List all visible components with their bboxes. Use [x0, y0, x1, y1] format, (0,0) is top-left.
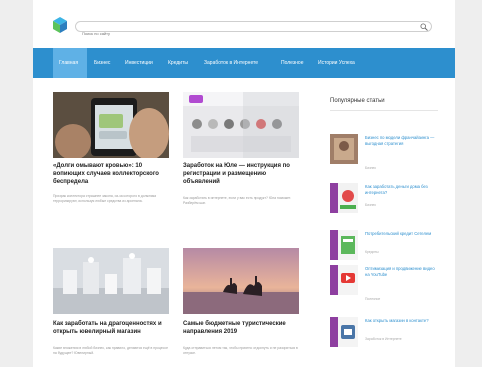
nav-item-credits[interactable]: Кредиты [168, 48, 188, 78]
nav-item-useful[interactable]: Полезное [281, 48, 303, 78]
page: Главная Бизнес Инвестиции Кредиты Зарабо… [33, 0, 455, 367]
nav-item-home[interactable]: Главная [53, 48, 87, 78]
nav-item-investments[interactable]: Инвестиции [125, 48, 153, 78]
nav-item-success-stories[interactable]: Истории Успеха [318, 48, 355, 78]
popular-article-thumbnail[interactable] [330, 134, 358, 164]
nav-item-business[interactable]: Бизнес [94, 48, 110, 78]
popular-article[interactable]: Бизнес по модели франчайзинга — выгодная… [330, 134, 440, 176]
article-image-travel[interactable] [183, 248, 299, 314]
main-nav: Главная Бизнес Инвестиции Кредиты Зарабо… [33, 48, 455, 78]
popular-article-thumbnail[interactable] [330, 317, 358, 347]
article-excerpt: Призрак коллектора страшнее закона, из-з… [53, 194, 157, 203]
popular-article-title[interactable]: Как заработать деньги дома без интернета… [365, 184, 435, 196]
popular-article[interactable]: Оптимизация и продвижение видео на YouTu… [330, 265, 440, 307]
sidebar-title: Популярные статьи [330, 98, 385, 104]
popular-article-category[interactable]: Бизнес [365, 203, 376, 207]
article-excerpt: Куда отправиться летом так, чтобы приятн… [183, 346, 298, 355]
popular-article-title[interactable]: Бизнес по модели франчайзинга — выгодная… [365, 135, 435, 147]
article-title[interactable]: Как заработать на драгоценностях и откры… [53, 320, 169, 336]
popular-article-category[interactable]: Заработок в Интернете [365, 337, 402, 341]
nav-item-online-earning[interactable]: Заработок в Интернете [204, 48, 258, 78]
popular-article-thumbnail[interactable] [330, 183, 358, 213]
article-excerpt: Как заработать в интернете, если у вас е… [183, 196, 291, 205]
divider [330, 110, 438, 111]
search-box [75, 21, 432, 38]
article-image-jewelry[interactable] [53, 248, 169, 314]
article-title[interactable]: Заработок на Юле — инструкция по регистр… [183, 162, 299, 186]
search-input[interactable] [76, 29, 406, 38]
popular-article[interactable]: Как открыть магазин в контакте? Заработо… [330, 317, 440, 359]
popular-article-category[interactable]: Кредиты [365, 250, 379, 254]
popular-article-title[interactable]: Оптимизация и продвижение видео на YouTu… [365, 266, 435, 278]
article-image-yula[interactable] [183, 92, 299, 158]
article-title[interactable]: «Долги омывают кровью»: 10 вопиющих случ… [53, 162, 169, 186]
popular-article-title[interactable]: Потребительский кредит Сетелем [365, 231, 435, 237]
article-excerpt: Какие вложения в любой бизнес, как прави… [53, 346, 168, 355]
header [33, 0, 455, 48]
popular-article-thumbnail[interactable] [330, 230, 358, 260]
popular-article[interactable]: Как заработать деньги дома без интернета… [330, 183, 440, 225]
popular-article-thumbnail[interactable] [330, 265, 358, 295]
article-title[interactable]: Самые бюджетные туристические направлени… [183, 320, 299, 336]
popular-article-category[interactable]: Полезное [365, 297, 380, 301]
article-image-collectors[interactable] [53, 92, 169, 158]
popular-article-category[interactable]: Бизнес [365, 166, 376, 170]
site-logo[interactable] [53, 17, 67, 33]
search-icon[interactable] [420, 23, 428, 31]
popular-article-title[interactable]: Как открыть магазин в контакте? [365, 318, 435, 324]
